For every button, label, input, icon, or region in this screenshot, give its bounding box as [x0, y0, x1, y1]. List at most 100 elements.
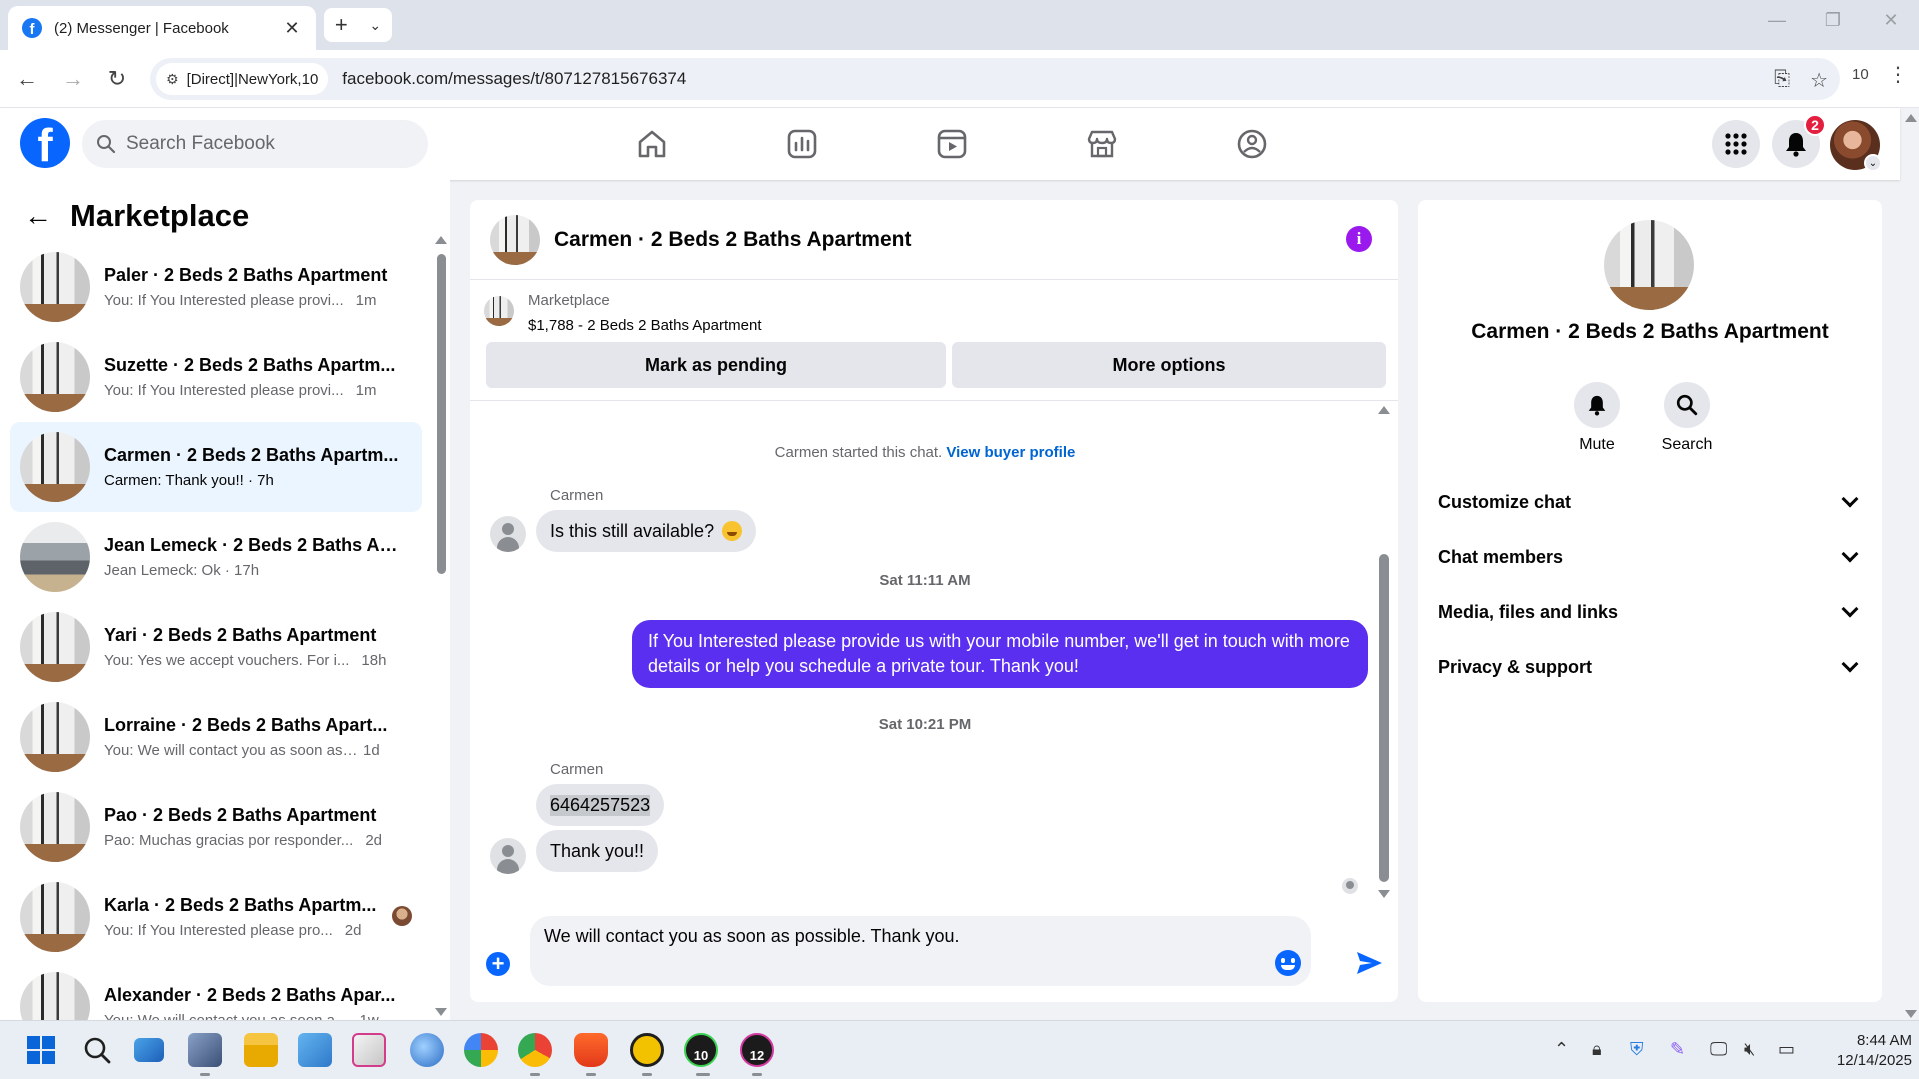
conversation-item-active[interactable]: Carmen · 2 Beds 2 Baths Apartm... Carmen…: [10, 422, 422, 512]
dashboard-icon[interactable]: [784, 126, 820, 162]
close-tab-icon[interactable]: ✕: [282, 18, 302, 39]
home-icon[interactable]: [634, 126, 670, 162]
scrollbar-thumb[interactable]: [1379, 554, 1389, 882]
view-buyer-profile-link[interactable]: View buyer profile: [946, 444, 1075, 461]
forward-arrow-icon[interactable]: →: [58, 64, 88, 94]
incoming-message[interactable]: 6464257523: [536, 784, 665, 826]
message-composer[interactable]: We will contact you as soon as possible.…: [530, 916, 1311, 986]
profile-avatar[interactable]: ⌄: [1830, 120, 1882, 172]
minimize-icon[interactable]: —: [1762, 10, 1792, 31]
listing-summary[interactable]: Marketplace $1,788 - 2 Beds 2 Baths Apar…: [484, 292, 761, 334]
url-text[interactable]: facebook.com/messages/t/807127815676374: [342, 69, 686, 89]
incoming-message[interactable]: Thank you!!: [536, 830, 659, 872]
mute-action[interactable]: Mute: [1562, 382, 1632, 454]
info-icon[interactable]: i: [1346, 226, 1372, 252]
facebook-logo-icon[interactable]: f: [20, 118, 70, 168]
privacy-support-row[interactable]: Privacy & support: [1438, 647, 1864, 687]
chrome-icon[interactable]: [518, 1033, 552, 1067]
bookmark-star-icon[interactable]: ☆: [1810, 68, 1828, 93]
search-action[interactable]: Search: [1652, 382, 1722, 454]
profile-12-icon[interactable]: 12: [740, 1033, 774, 1067]
gaming-icon[interactable]: [1234, 126, 1270, 162]
scroll-down-icon[interactable]: [435, 1008, 447, 1016]
profile-10-icon[interactable]: 10: [684, 1033, 718, 1067]
buyer-avatar[interactable]: [490, 516, 526, 552]
marketplace-icon[interactable]: [1084, 126, 1120, 162]
more-options-button[interactable]: More options: [952, 342, 1386, 388]
shield-icon[interactable]: ⛨: [1630, 1039, 1644, 1060]
customize-chat-row[interactable]: Customize chat: [1438, 482, 1864, 522]
scroll-up-icon[interactable]: [435, 236, 447, 244]
pen-icon[interactable]: ✎: [1670, 1039, 1685, 1060]
conversation-item[interactable]: Lorraine · 2 Beds 2 Baths Apart... You: …: [10, 692, 422, 782]
file-explorer-icon[interactable]: [244, 1033, 278, 1067]
photos-app-icon[interactable]: [298, 1033, 332, 1067]
conversation-item[interactable]: Jean Lemeck · 2 Beds 2 Baths Ap... Jean …: [10, 512, 422, 602]
snipping-tool-icon[interactable]: [352, 1033, 386, 1067]
chat-members-row[interactable]: Chat members: [1438, 537, 1864, 577]
listing-photo[interactable]: [1604, 220, 1694, 310]
scroll-down-icon[interactable]: [1378, 890, 1390, 898]
extension-count[interactable]: 10: [1852, 66, 1869, 83]
network-icon[interactable]: 🖵︎: [1710, 1039, 1727, 1060]
speaker-muted-icon[interactable]: 🔇︎: [1744, 1039, 1755, 1060]
browser-menu-icon[interactable]: ⋮: [1888, 62, 1908, 87]
search-input[interactable]: [126, 133, 406, 155]
media-files-links-row[interactable]: Media, files and links: [1438, 592, 1864, 632]
install-app-icon[interactable]: ⎘: [1774, 68, 1790, 93]
mark-as-pending-button[interactable]: Mark as pending: [486, 342, 946, 388]
chevron-up-icon[interactable]: ⌃: [1554, 1039, 1569, 1060]
windows-start-icon[interactable]: [24, 1033, 58, 1067]
battery-icon[interactable]: ▭: [1778, 1039, 1795, 1060]
buyer-avatar[interactable]: [490, 838, 526, 874]
system-clock[interactable]: 8:44 AM 12/14/2025: [1812, 1031, 1912, 1071]
window-close-icon[interactable]: ✕: [1876, 10, 1906, 31]
notifications-button[interactable]: 2: [1772, 114, 1826, 168]
conversation-item[interactable]: Suzette · 2 Beds 2 Baths Apartm... You: …: [10, 332, 422, 422]
conversation-item[interactable]: Karla · 2 Beds 2 Baths Apartm... You: If…: [10, 872, 422, 962]
site-info-label: [Direct]|NewYork,10: [186, 70, 319, 88]
scroll-up-icon[interactable]: [1378, 406, 1390, 414]
outgoing-message[interactable]: If You Interested please provide us with…: [632, 620, 1368, 688]
menu-grid-button[interactable]: [1712, 120, 1760, 168]
site-info-chip[interactable]: ⚙ [Direct]|NewYork,10: [156, 63, 329, 95]
tab-search-chevron-icon[interactable]: ⌄: [369, 17, 381, 34]
conversation-item[interactable]: Pao · 2 Beds 2 Baths Apartment Pao: Much…: [10, 782, 422, 872]
facebook-search[interactable]: [82, 120, 428, 168]
reload-icon[interactable]: ↻: [102, 64, 132, 94]
row-label: Privacy & support: [1438, 656, 1593, 677]
page-scrollbar[interactable]: [1903, 112, 1917, 1018]
new-tab-icon[interactable]: +: [335, 12, 348, 38]
dolphin-app-icon[interactable]: [630, 1033, 664, 1067]
inbox-scrollbar[interactable]: [435, 236, 447, 1016]
chat-title[interactable]: Carmen · 2 Beds 2 Baths Apartment: [554, 228, 911, 252]
conversation-item[interactable]: Paler · 2 Beds 2 Baths Apartment You: If…: [10, 242, 422, 332]
chat-scrollbar[interactable]: [1376, 406, 1390, 906]
conversation-item[interactable]: Alexander · 2 Beds 2 Baths Apar... You: …: [10, 962, 422, 1020]
account-chevron-icon[interactable]: ⌄: [1864, 154, 1882, 172]
browser-tab[interactable]: f (2) Messenger | Facebook ✕: [8, 6, 316, 50]
lock-tray-icon[interactable]: 🔒︎: [1592, 1039, 1602, 1060]
emoji-icon[interactable]: [1275, 950, 1301, 976]
message-input[interactable]: We will contact you as soon as possible.…: [544, 926, 1244, 956]
back-arrow-icon[interactable]: ←: [24, 200, 56, 232]
plus-icon[interactable]: +: [486, 952, 510, 976]
network-app-icon[interactable]: [188, 1033, 222, 1067]
scroll-up-icon[interactable]: [1905, 114, 1917, 122]
send-icon[interactable]: [1354, 948, 1384, 978]
conversation-item[interactable]: Yari · 2 Beds 2 Baths Apartment You: Yes…: [10, 602, 422, 692]
details-title: Carmen · 2 Beds 2 Baths Apartment: [1471, 320, 1829, 343]
back-arrow-icon[interactable]: ←: [12, 64, 42, 94]
remote-desktop-icon[interactable]: [134, 1038, 164, 1062]
chat-listing-thumbnail[interactable]: [490, 214, 540, 265]
scroll-down-icon[interactable]: [1905, 1010, 1917, 1018]
restore-icon[interactable]: ❐: [1818, 10, 1848, 31]
incoming-message[interactable]: Is this still available?: [536, 510, 757, 552]
chrome-alt-icon[interactable]: [464, 1033, 498, 1067]
brave-icon[interactable]: [574, 1033, 608, 1067]
globe-app-icon[interactable]: [410, 1033, 444, 1067]
search-icon[interactable]: [80, 1033, 114, 1067]
scrollbar-thumb[interactable]: [437, 254, 446, 574]
video-icon[interactable]: [934, 126, 970, 162]
address-bar[interactable]: ⚙ [Direct]|NewYork,10 facebook.com/messa…: [150, 58, 1840, 100]
